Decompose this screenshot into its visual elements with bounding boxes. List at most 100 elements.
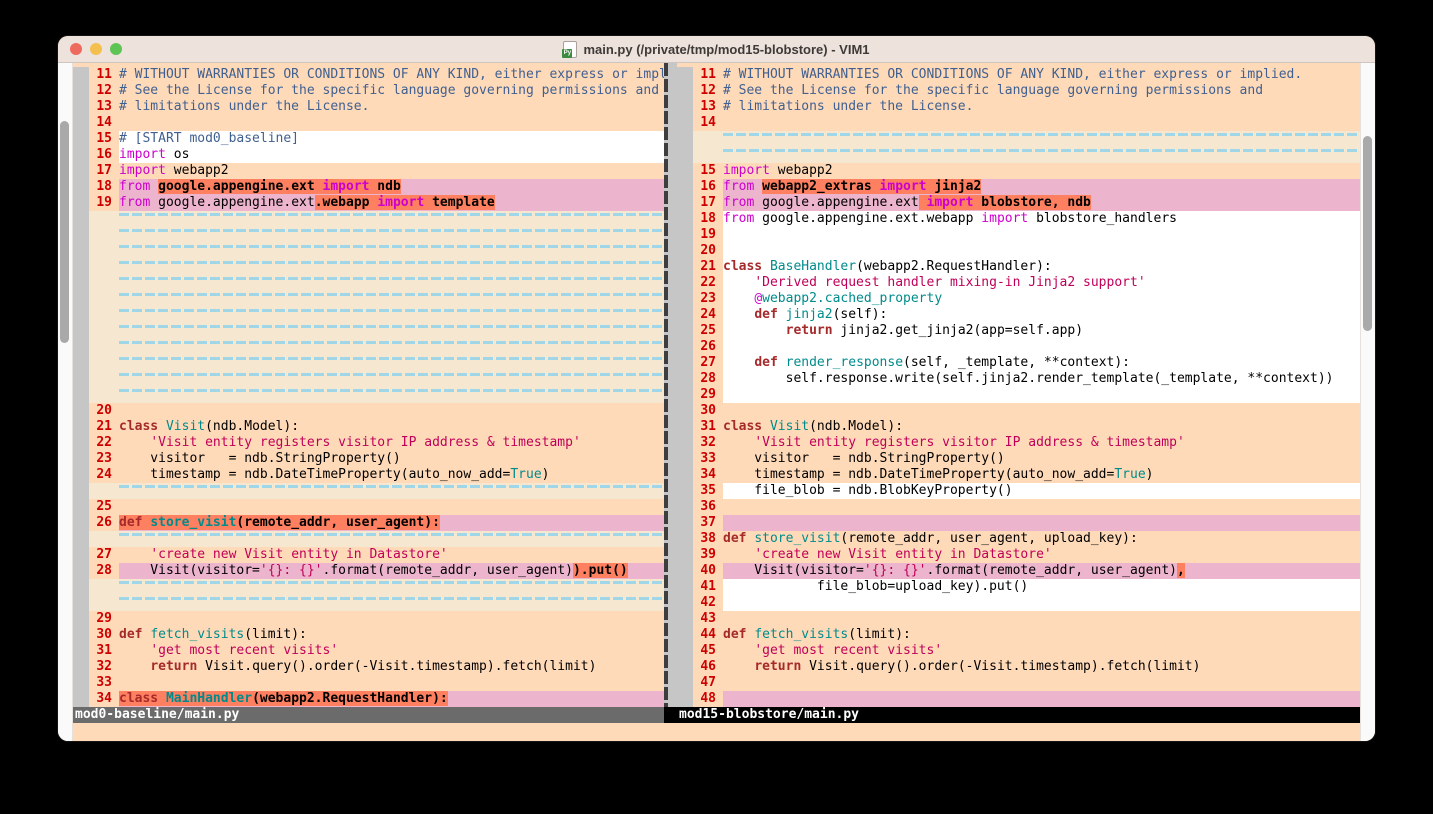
code-line[interactable]: 33 visitor = ndb.StringProperty(): [677, 451, 1360, 467]
command-line[interactable]: [73, 723, 1360, 741]
code-line[interactable]: 23 visitor = ndb.StringProperty(): [73, 451, 664, 467]
code-line[interactable]: 26def store_visit(remote_addr, user_agen…: [73, 515, 664, 531]
code-line[interactable]: 48: [677, 691, 1360, 707]
filler-line[interactable]: [73, 323, 664, 339]
code-line[interactable]: 24 def jinja2(self):: [677, 307, 1360, 323]
filler-line[interactable]: [73, 307, 664, 323]
code-line[interactable]: 25 return jinja2.get_jinja2(app=self.app…: [677, 323, 1360, 339]
code-line[interactable]: 16import os: [73, 147, 664, 163]
code-line[interactable]: 30: [677, 403, 1360, 419]
code-line[interactable]: 15import webapp2: [677, 163, 1360, 179]
filler-line[interactable]: [73, 291, 664, 307]
code-segment: # [START mod0_baseline]: [119, 131, 299, 146]
right-scrollbar-thumb[interactable]: [1363, 136, 1372, 331]
code-line[interactable]: 32 'Visit entity registers visitor IP ad…: [677, 435, 1360, 451]
filler-line[interactable]: [677, 131, 1360, 147]
filler-line[interactable]: [73, 339, 664, 355]
code-segment: def: [723, 627, 746, 642]
code-line[interactable]: 12# See the License for the specific lan…: [677, 83, 1360, 99]
code-line[interactable]: 14: [73, 115, 664, 131]
code-line[interactable]: 20: [677, 243, 1360, 259]
code-line[interactable]: 24 timestamp = ndb.DateTimeProperty(auto…: [73, 467, 664, 483]
code-line[interactable]: 13# limitations under the License.: [677, 99, 1360, 115]
minimize-button[interactable]: [90, 43, 102, 55]
filler-line[interactable]: [73, 259, 664, 275]
code-line[interactable]: 33: [73, 675, 664, 691]
filler-line[interactable]: [73, 243, 664, 259]
code-line[interactable]: 15# [START mod0_baseline]: [73, 131, 664, 147]
line-number: 33: [89, 675, 119, 691]
close-button[interactable]: [70, 43, 82, 55]
code-segment: [778, 355, 786, 370]
code-line[interactable]: 16from webapp2_extras import jinja2: [677, 179, 1360, 195]
left-scrollbar-thumb[interactable]: [60, 121, 69, 343]
code-line[interactable]: 46 return Visit.query().order(-Visit.tim…: [677, 659, 1360, 675]
code-line[interactable]: 34class MainHandler(webapp2.RequestHandl…: [73, 691, 664, 707]
statusline-left[interactable]: mod0-baseline/main.py: [73, 707, 664, 723]
filler-line[interactable]: [73, 275, 664, 291]
filler-line[interactable]: [73, 595, 664, 611]
code-line[interactable]: 12# See the License for the specific lan…: [73, 83, 664, 99]
filler-line[interactable]: [73, 483, 664, 499]
code-line[interactable]: 11# WITHOUT WARRANTIES OR CONDITIONS OF …: [73, 67, 664, 83]
code-line[interactable]: 19: [677, 227, 1360, 243]
filler-line[interactable]: [73, 227, 664, 243]
code-line[interactable]: 42: [677, 595, 1360, 611]
statusline-right[interactable]: mod15-blobstore/main.py: [677, 707, 1360, 723]
fold-column: [73, 115, 89, 131]
code-line[interactable]: 29: [677, 387, 1360, 403]
filler-line[interactable]: [73, 371, 664, 387]
fold-column: [73, 307, 89, 323]
code-line[interactable]: 44def fetch_visits(limit):: [677, 627, 1360, 643]
code-line[interactable]: 21class BaseHandler(webapp2.RequestHandl…: [677, 259, 1360, 275]
code-line[interactable]: 34 timestamp = ndb.DateTimeProperty(auto…: [677, 467, 1360, 483]
code-line[interactable]: 26: [677, 339, 1360, 355]
code-line[interactable]: 43: [677, 611, 1360, 627]
code-line[interactable]: 13# limitations under the License.: [73, 99, 664, 115]
code-line[interactable]: 29: [73, 611, 664, 627]
code-line[interactable]: 36: [677, 499, 1360, 515]
left-scrollbar[interactable]: [58, 63, 73, 741]
code-line[interactable]: 17import webapp2: [73, 163, 664, 179]
code-line[interactable]: 41 file_blob=upload_key).put(): [677, 579, 1360, 595]
code-line[interactable]: 19from google.appengine.ext.webapp impor…: [73, 195, 664, 211]
code-line[interactable]: 30def fetch_visits(limit):: [73, 627, 664, 643]
code-line[interactable]: 47: [677, 675, 1360, 691]
fold-column: [677, 659, 693, 675]
code-line[interactable]: 38def store_visit(remote_addr, user_agen…: [677, 531, 1360, 547]
right-scrollbar[interactable]: [1360, 63, 1375, 741]
code-line[interactable]: 28 self.response.write(self.jinja2.rende…: [677, 371, 1360, 387]
code-line[interactable]: 27 'create new Visit entity in Datastore…: [73, 547, 664, 563]
code-line[interactable]: 27 def render_response(self, _template, …: [677, 355, 1360, 371]
code-line[interactable]: 35 file_blob = ndb.BlobKeyProperty(): [677, 483, 1360, 499]
line-number: [693, 147, 723, 163]
code-line[interactable]: 22 'Visit entity registers visitor IP ad…: [73, 435, 664, 451]
code-line[interactable]: 25: [73, 499, 664, 515]
code-line[interactable]: 17from google.appengine.ext import blobs…: [677, 195, 1360, 211]
filler-line[interactable]: [73, 531, 664, 547]
filler-line[interactable]: [73, 355, 664, 371]
code-line[interactable]: 22 'Derived request handler mixing-in Ji…: [677, 275, 1360, 291]
code-line[interactable]: 14: [677, 115, 1360, 131]
code-line[interactable]: 23 @webapp2.cached_property: [677, 291, 1360, 307]
code-line[interactable]: 21class Visit(ndb.Model):: [73, 419, 664, 435]
code-line[interactable]: 32 return Visit.query().order(-Visit.tim…: [73, 659, 664, 675]
filler-line[interactable]: [73, 387, 664, 403]
code-line[interactable]: 40 Visit(visitor='{}: {}'.format(remote_…: [677, 563, 1360, 579]
code-line[interactable]: 18from google.appengine.ext import ndb: [73, 179, 664, 195]
code-line[interactable]: 45 'get most recent visits': [677, 643, 1360, 659]
vertical-split-separator[interactable]: [664, 63, 677, 723]
code-line[interactable]: 39 'create new Visit entity in Datastore…: [677, 547, 1360, 563]
code-line[interactable]: 37: [677, 515, 1360, 531]
filler-line[interactable]: [677, 147, 1360, 163]
code-line[interactable]: 31 'get most recent visits': [73, 643, 664, 659]
code-line[interactable]: 18from google.appengine.ext.webapp impor…: [677, 211, 1360, 227]
code-line[interactable]: 20: [73, 403, 664, 419]
code-segment: (limit):: [848, 627, 911, 642]
code-line[interactable]: 11# WITHOUT WARRANTIES OR CONDITIONS OF …: [677, 67, 1360, 83]
code-line[interactable]: 28 Visit(visitor='{}: {}'.format(remote_…: [73, 563, 664, 579]
filler-line[interactable]: [73, 211, 664, 227]
filler-line[interactable]: [73, 579, 664, 595]
code-line[interactable]: 31class Visit(ndb.Model):: [677, 419, 1360, 435]
zoom-button[interactable]: [110, 43, 122, 55]
